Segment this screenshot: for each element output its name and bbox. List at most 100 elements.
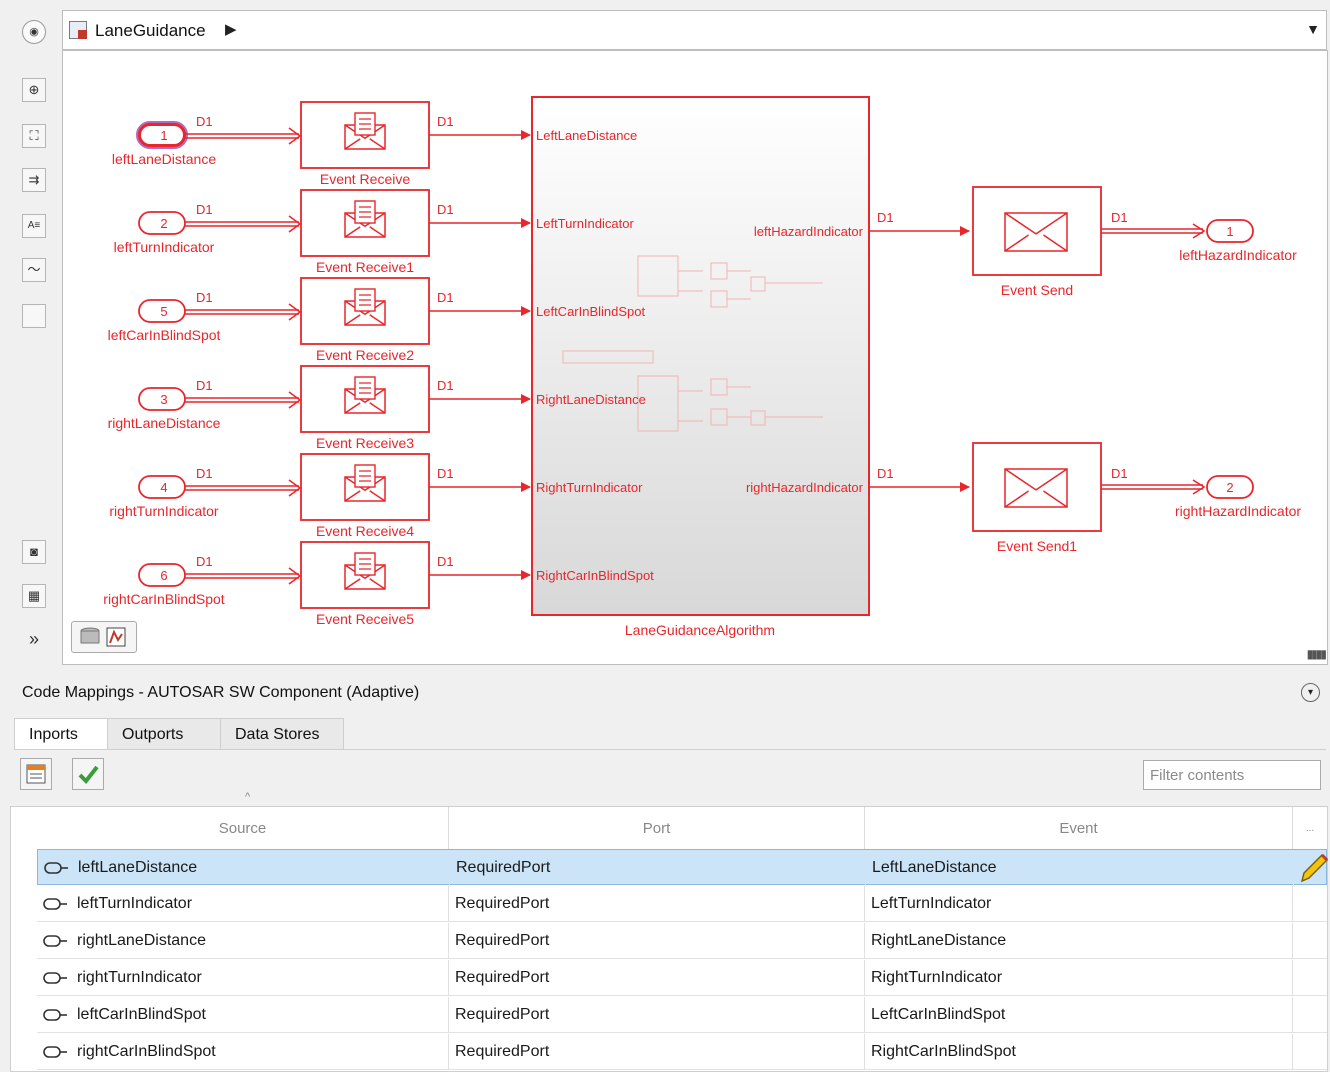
breadcrumb-model-name[interactable]: LaneGuidance [95, 21, 206, 41]
explorer-bar-toggle[interactable] [71, 621, 137, 653]
port-cell[interactable]: RequiredPort [449, 960, 865, 996]
event-cell[interactable]: RightCarInBlindSpot [865, 1034, 1293, 1070]
validate-button[interactable] [72, 758, 104, 790]
signal-label: D1 [437, 554, 454, 569]
more-tools-icon[interactable]: » [22, 628, 46, 652]
breadcrumb-dropdown-icon[interactable]: ▼ [1306, 21, 1320, 37]
inport-icon [43, 898, 67, 910]
port-cell[interactable]: RequiredPort [449, 886, 865, 922]
table-row[interactable]: leftTurnIndicator RequiredPort LeftTurnInd… [37, 886, 1327, 922]
inport-label: rightTurnIndicator [109, 503, 219, 519]
table-row[interactable]: leftLaneDistance RequiredPort LeftLaneDist… [37, 849, 1328, 886]
source-cell[interactable]: leftLaneDistance [38, 850, 450, 886]
port-cell[interactable]: RequiredPort [450, 850, 866, 886]
event-cell[interactable]: RightTurnIndicator [865, 960, 1293, 996]
hide-browser-icon[interactable]: ◉ [22, 20, 46, 44]
column-header-source[interactable]: ^ Source [37, 791, 449, 849]
tab-outports[interactable]: Outports [107, 718, 221, 750]
inport-number: 1 [160, 128, 167, 143]
signal-line [185, 573, 299, 579]
source-cell[interactable]: rightTurnIndicator [37, 960, 449, 996]
event-cell[interactable]: LeftTurnIndicator [865, 886, 1293, 922]
left-palette: ⊕ ⛶ ⇉ A≡ 〜 ◙ ▦ » [0, 62, 62, 666]
subsystem-input-port: LeftTurnIndicator [536, 216, 634, 231]
table-row[interactable]: rightTurnIndicator RequiredPort RightTurnI… [37, 960, 1327, 996]
model-breadcrumb-bar[interactable]: LaneGuidance ▶ ▼ [62, 10, 1327, 50]
edit-cell[interactable] [1293, 886, 1327, 922]
event-receive-label: Event Receive3 [316, 435, 414, 451]
port-cell[interactable]: RequiredPort [449, 997, 865, 1033]
column-header-event[interactable]: Event [865, 807, 1293, 849]
subsystem-input-port: LeftCarInBlindSpot [536, 304, 646, 319]
fit-to-view-icon[interactable]: ⛶ [22, 124, 46, 148]
area-icon[interactable] [22, 304, 46, 328]
configure-table-button[interactable] [20, 758, 52, 790]
screenshot-icon[interactable]: ◙ [22, 540, 46, 564]
signal-arrow [288, 215, 302, 233]
signal-label: D1 [437, 466, 454, 481]
signal-label: D1 [877, 210, 894, 225]
event-receive-label: Event Receive2 [316, 347, 414, 363]
inports-mapping-table: ^ Source Port Event ... leftLaneDistance… [10, 791, 1328, 1072]
filter-contents-input[interactable] [1143, 760, 1321, 790]
event-receive-label: Event Receive4 [316, 523, 414, 539]
event-receive-label: Event Receive1 [316, 259, 414, 275]
event-receive-label: Event Receive5 [316, 611, 414, 627]
model-canvas[interactable]: 1 leftLaneDistance D1 Event Receive D1 LeftLa… [62, 50, 1328, 665]
edit-cell[interactable] [1293, 923, 1327, 959]
signal-line [1101, 228, 1203, 234]
signal-arrows-icon[interactable]: ⇉ [22, 168, 46, 192]
signal-line [185, 133, 299, 139]
table-row[interactable]: leftCarInBlindSpot RequiredPort LeftCarInB… [37, 997, 1327, 1033]
mapping-toolbar [14, 750, 1326, 798]
signal-line [185, 485, 299, 491]
image-icon[interactable]: 〜 [22, 258, 46, 282]
resize-grip-icon[interactable]: ▮▮▮▮ [1307, 647, 1327, 661]
inport-icon [43, 1046, 67, 1058]
edit-cell[interactable] [1294, 850, 1328, 886]
sort-ascending-icon: ^ [245, 791, 251, 803]
port-cell[interactable]: RequiredPort [449, 923, 865, 959]
signal-label: D1 [877, 466, 894, 481]
table-row[interactable]: rightLaneDistance RequiredPort RightLaneDi… [37, 923, 1327, 959]
annotation-icon[interactable]: A≡ [22, 214, 46, 238]
column-header-port[interactable]: Port [449, 807, 865, 849]
inport-label: rightCarInBlindSpot [103, 591, 225, 607]
source-cell[interactable]: rightLaneDistance [37, 923, 449, 959]
event-cell[interactable]: RightLaneDistance [865, 923, 1293, 959]
event-cell[interactable]: LeftCarInBlindSpot [865, 997, 1293, 1033]
table-row[interactable]: rightCarInBlindSpot RequiredPort RightCarI… [37, 1034, 1327, 1070]
signal-label: D1 [196, 114, 213, 129]
signal-label: D1 [437, 114, 454, 129]
signal-arrow [288, 127, 302, 145]
subsystem-label: LaneGuidanceAlgorithm [625, 622, 775, 638]
outport-label: rightHazardIndicator [1175, 503, 1301, 519]
zoom-icon[interactable]: ⊕ [22, 78, 46, 102]
source-cell[interactable]: rightCarInBlindSpot [37, 1034, 449, 1070]
event-send-label: Event Send [1001, 282, 1073, 298]
subsystem-input-port: RightTurnIndicator [536, 480, 643, 495]
event-send-block [972, 442, 1102, 532]
tab-inports[interactable]: Inports [14, 718, 108, 750]
tab-data-stores[interactable]: Data Stores [220, 718, 344, 750]
subsystem-input-port: RightLaneDistance [536, 392, 646, 407]
block-diagram[interactable]: 1 leftLaneDistance D1 Event Receive D1 LeftLa… [63, 51, 1327, 664]
inport-icon [43, 935, 67, 947]
edit-cell[interactable] [1293, 997, 1327, 1033]
inport-icon [44, 862, 68, 874]
property-inspector-icon[interactable]: ▦ [22, 584, 46, 608]
column-header-more[interactable]: ... [1293, 807, 1327, 849]
event-cell[interactable]: LeftLaneDistance [866, 850, 1294, 886]
edit-cell[interactable] [1293, 960, 1327, 996]
source-cell[interactable]: leftCarInBlindSpot [37, 997, 449, 1033]
pencil-icon[interactable] [1298, 851, 1328, 885]
event-send-block [972, 186, 1102, 276]
edit-cell[interactable] [1293, 1034, 1327, 1070]
breadcrumb-arrow-icon[interactable]: ▶ [225, 20, 237, 38]
port-cell[interactable]: RequiredPort [449, 1034, 865, 1070]
signal-arrow [288, 479, 302, 497]
signal-label: D1 [196, 554, 213, 569]
source-cell[interactable]: leftTurnIndicator [37, 886, 449, 922]
collapse-panel-icon[interactable]: ▾ [1301, 683, 1320, 702]
signal-label: D1 [437, 202, 454, 217]
